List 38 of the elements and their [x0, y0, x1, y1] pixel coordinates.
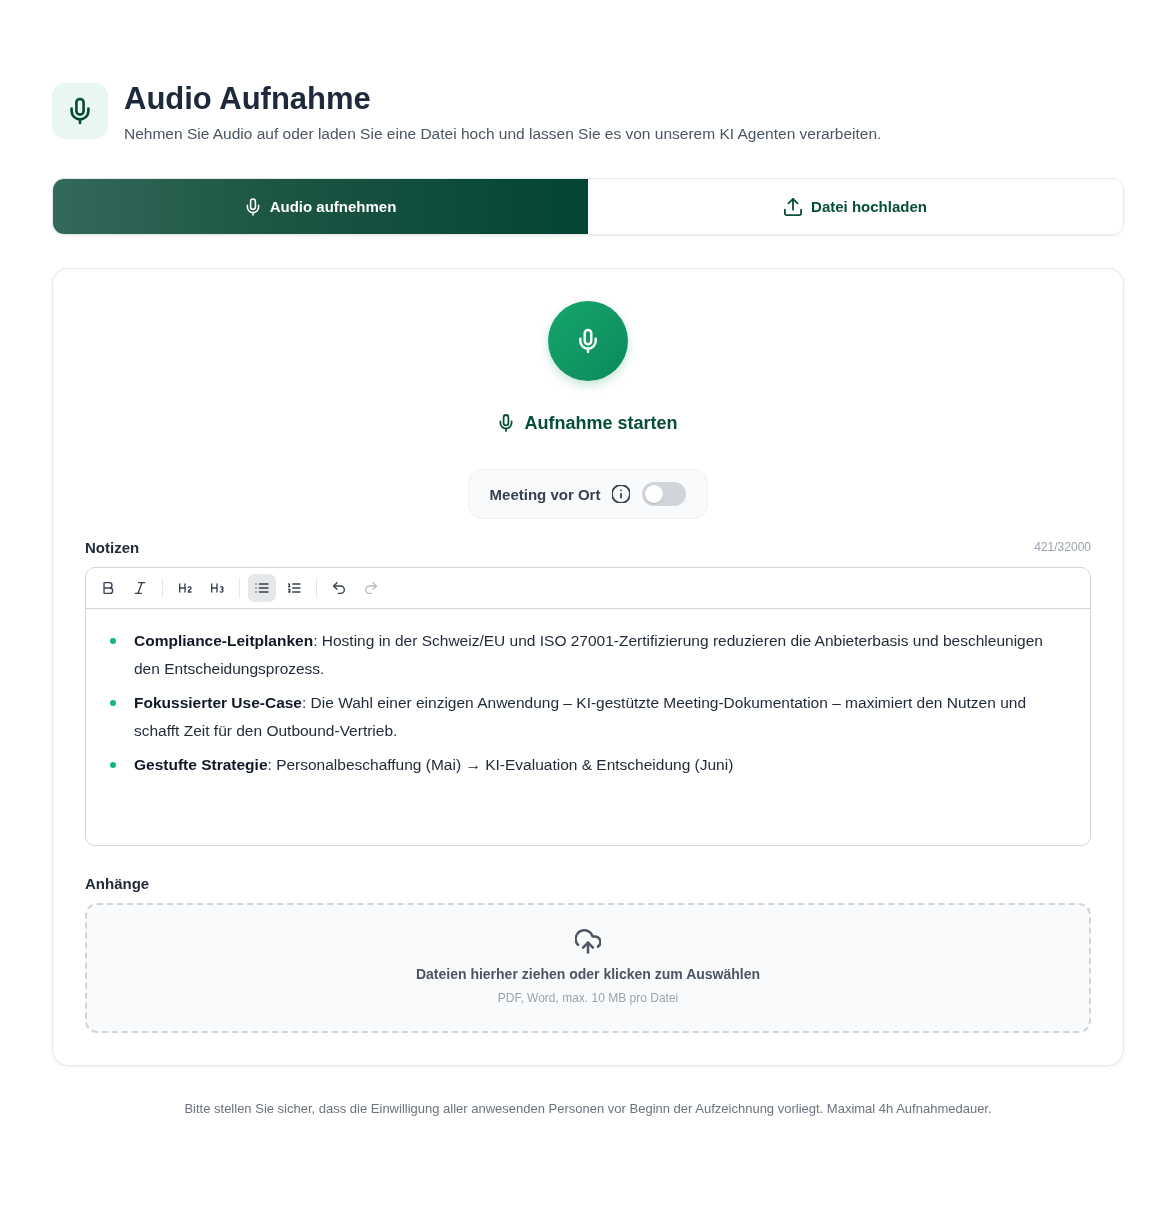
toggle-switch[interactable] — [642, 482, 687, 506]
dropzone-hint: PDF, Word, max. 10 MB pro Datei — [497, 990, 679, 1006]
page-title: Audio Aufnahme — [124, 81, 371, 117]
cloud-upload-icon — [575, 929, 601, 955]
note-text: Fokussierter Use-Case: Die Wahl einer einzigen Anwendung – KI-gestützte Meeting-Dokumentation – maximiert den Nutzen und schafft Zeit für den Outbound-Vertrieb. — [134, 693, 1028, 741]
microphone-icon — [498, 413, 515, 433]
microphone-icon — [577, 327, 599, 355]
character-counter: 421/32000 — [1034, 540, 1091, 554]
note-text: Compliance-Leitplanken: Hosting in der Schweiz/EU und ISO 27001-Zertifizierung reduzieren die Anbieterbasis und beschleunigen den Entscheidungsprozess. — [134, 631, 1044, 679]
bullet-icon — [110, 638, 116, 644]
meeting-label: Meeting vor Ort — [489, 485, 601, 503]
upload-icon — [784, 197, 803, 216]
note-text: Gestufte Strategie: Personalbeschaffung (Mai) → KI-Evaluation & Entscheidung (Juni) — [134, 755, 734, 775]
heading-three-icon — [209, 580, 225, 596]
notes-editor[interactable] — [85, 567, 1091, 846]
toolbar-button[interactable] — [248, 574, 276, 602]
undo-icon — [331, 580, 347, 596]
bullet-icon — [110, 700, 116, 706]
notes-label: Notizen — [85, 538, 140, 556]
page-subtitle: Nehmen Sie Audio auf oder laden Sie eine Datei hoch und lassen Sie es von unserem KI Agenten verarbeiten. — [124, 124, 882, 144]
italic-icon — [132, 580, 148, 596]
start-recording-button[interactable]: Aufnahme starten — [498, 409, 678, 437]
bullet-list-icon — [254, 580, 270, 596]
tab[interactable]: Audio aufnehmen — [53, 179, 588, 234]
redo-icon — [363, 580, 379, 596]
tab[interactable]: Datei hochladen — [588, 179, 1123, 234]
bold-icon — [100, 580, 116, 596]
microphone-icon — [52, 83, 108, 139]
attachments-label: Anhänge — [85, 874, 150, 892]
dropzone-text: Dateien hierher ziehen oder klicken zum Auswählen — [415, 965, 761, 984]
consent-notice: Bitte stellen Sie sicher, dass die Einwilligung aller anwesenden Personen vor Beginn der Aufzeichnung vorliegt. Maximal 4h Aufnahmedauer. — [184, 1100, 992, 1118]
microphone-icon — [244, 197, 261, 216]
heading-two-icon — [177, 580, 193, 596]
file-dropzone[interactable]: Dateien hierher ziehen oder klicken zum Auswählen PDF, Word, max. 10 MB pro Datei — [85, 903, 1091, 1033]
bullet-icon — [110, 762, 116, 768]
info-icon[interactable] — [612, 485, 631, 503]
numbered-list-icon — [286, 580, 302, 596]
record-button[interactable] — [548, 301, 628, 381]
